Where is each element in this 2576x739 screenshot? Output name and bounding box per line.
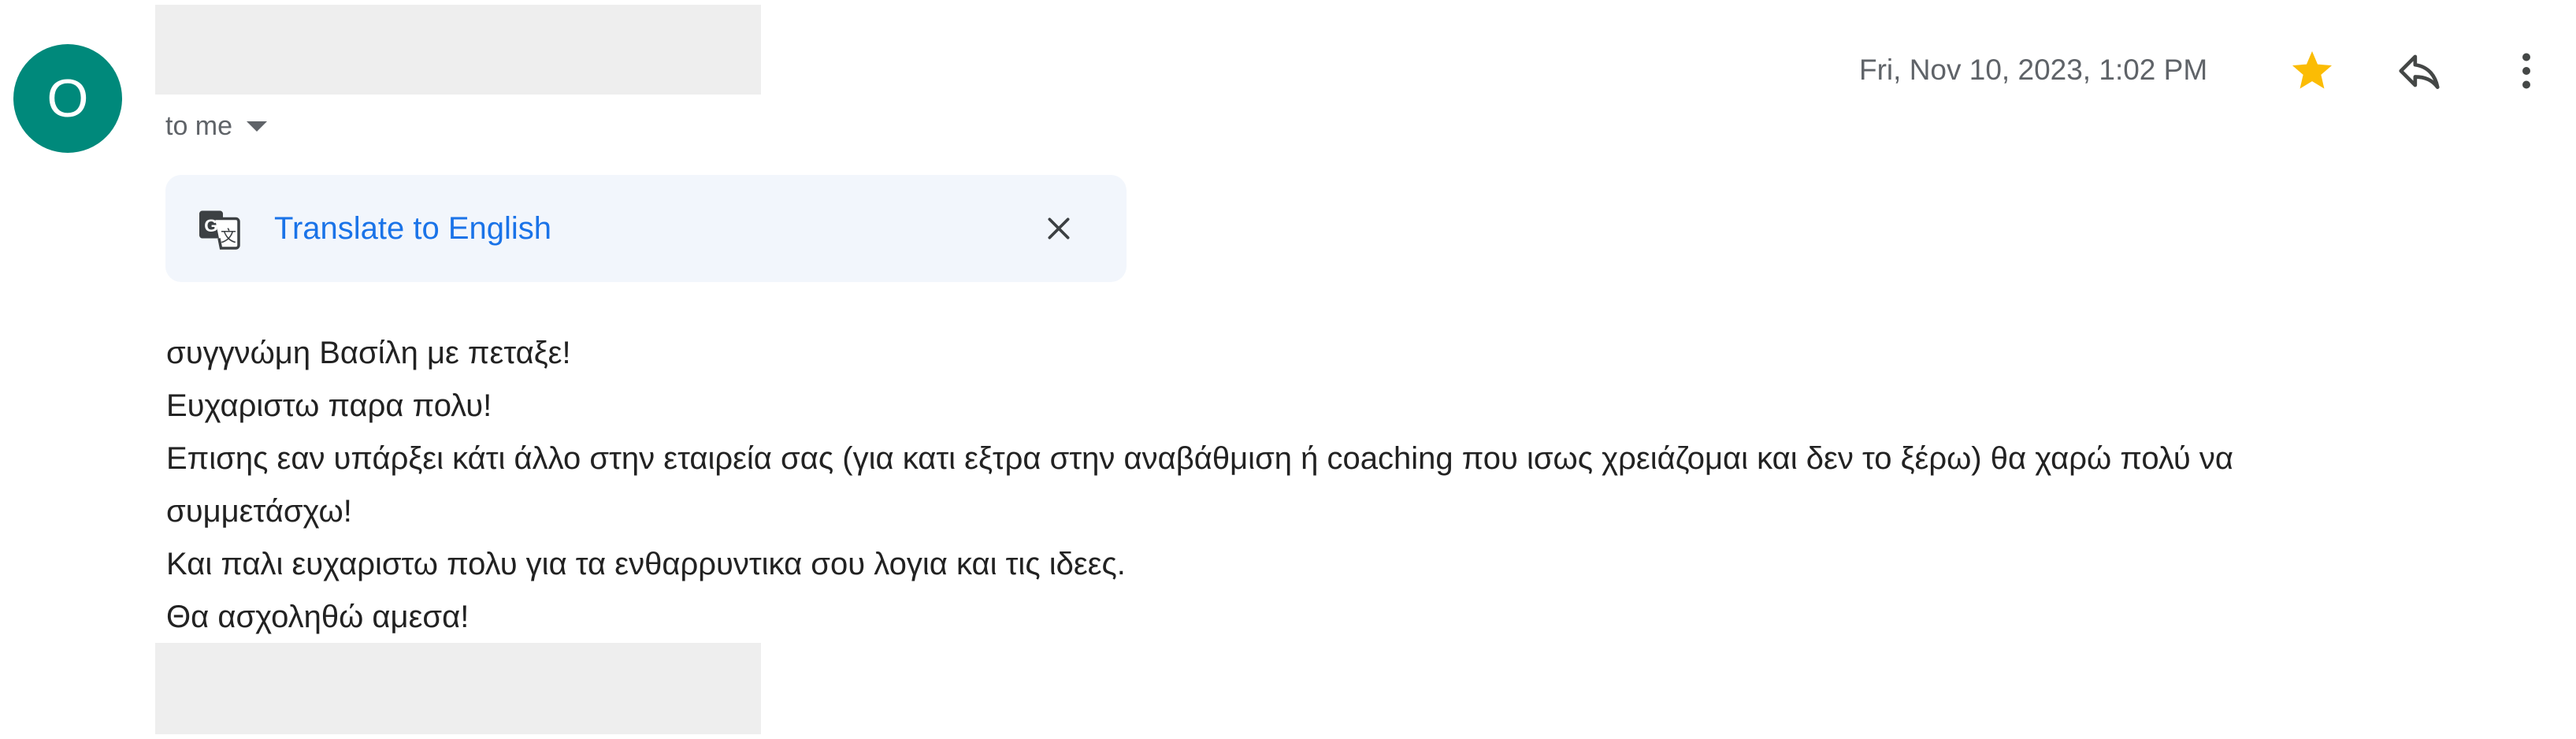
- close-icon: [1048, 217, 1070, 240]
- body-line: Και παλι ευχαριστω πολυ για τα ενθαρρυντ…: [166, 547, 1126, 581]
- body-line: συμμετάσχω!: [166, 494, 352, 529]
- more-vert-icon: [2522, 53, 2530, 89]
- recipient-label: to me: [165, 110, 233, 141]
- body-line: συγγνώμη Βασίλη με πεταξε!: [166, 336, 571, 370]
- more-options-button[interactable]: [2493, 38, 2559, 104]
- translate-bar: G 文 Translate to English: [165, 175, 1127, 282]
- body-line: Ευχαριστω παρα πολυ!: [166, 388, 492, 423]
- message-date: Fri, Nov 10, 2023, 1:02 PM: [1859, 54, 2208, 86]
- reply-icon: [2399, 54, 2440, 89]
- translate-icon: G 文: [199, 210, 240, 250]
- redacted-signature: [155, 643, 761, 734]
- svg-text:文: 文: [221, 227, 236, 245]
- translate-close-button[interactable]: [1034, 203, 1084, 254]
- reply-button[interactable]: [2386, 38, 2452, 104]
- message-body: συγγνώμη Βασίλη με πεταξε! Ευχαριστω παρ…: [166, 327, 2545, 644]
- body-line: Επισης εαν υπάρξει κάτι άλλο στην εταιρε…: [166, 441, 2234, 476]
- body-line: Θα ασχοληθώ αμεσα!: [166, 600, 470, 634]
- redacted-sender-name: [155, 5, 761, 95]
- star-icon: [2292, 51, 2332, 89]
- sender-avatar[interactable]: O: [13, 44, 122, 153]
- recipient-details-toggle[interactable]: to me: [165, 107, 268, 145]
- translate-to-english-link[interactable]: Translate to English: [274, 208, 551, 249]
- caret-down-icon: [247, 121, 268, 132]
- star-button[interactable]: [2279, 38, 2345, 104]
